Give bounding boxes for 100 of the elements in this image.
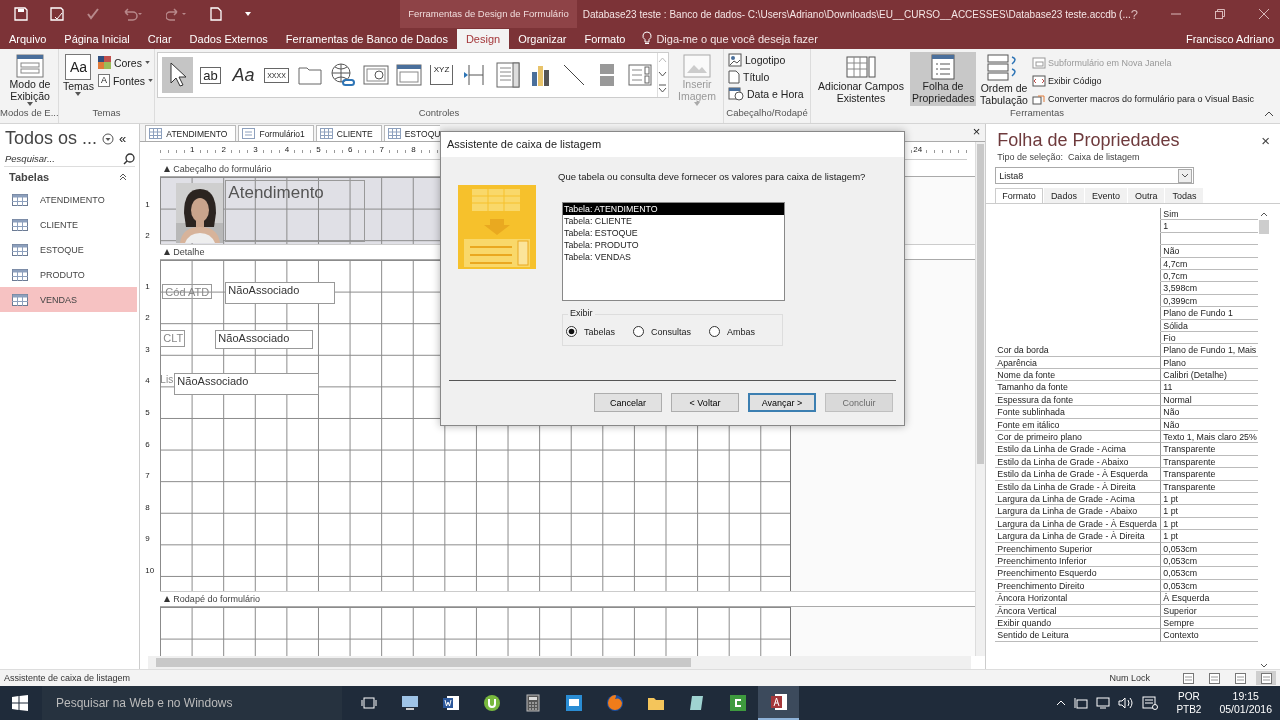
property-value[interactable]: Não [1161,245,1258,258]
redo-icon[interactable] [166,7,188,21]
ribbon-tab[interactable]: Página Inicial [55,29,139,49]
property-value[interactable]: 0,7cm [1161,269,1258,283]
tool-button[interactable]: Folha de Propriedades [910,52,976,106]
volume-icon[interactable] [1118,697,1135,709]
table-list[interactable]: Tabela: ATENDIMENTO Tabela: CLIENTE Tabela: ESTOQUE Tabela: PRODUTO Tabela: VENDAS [562,202,785,301]
network-icon[interactable] [1074,697,1089,709]
ribbon-tab[interactable]: Organizar [509,29,576,49]
property-value[interactable]: 11 [1161,381,1258,394]
document-tab[interactable]: CLIENTE [315,125,382,141]
text-box-control[interactable]: NãoAssociado [215,330,314,349]
tool-button[interactable]: Ordem de Tabulação [977,52,1031,107]
list-item[interactable]: Tabela: ATENDIMENTO [563,203,784,215]
new-document-icon[interactable] [210,7,222,21]
property-value[interactable]: Fio [1161,331,1258,345]
property-value[interactable]: Texto 1, Mais claro 25% [1161,431,1258,444]
document-tab[interactable]: ATENDIMENTO [145,125,237,141]
tool-command-button[interactable]: Exibir Código [1032,73,1254,88]
radio-option[interactable]: Tabelas [566,326,616,337]
property-value[interactable]: 0,053cm [1161,567,1258,580]
group-header[interactable]: Tabelas [9,171,50,183]
property-tab[interactable]: Formato [995,188,1043,203]
header-footer-button[interactable]: Data e Hora [728,86,804,101]
close-button[interactable]: × [1261,132,1270,149]
list-item[interactable]: Tabela: ESTOQUE [563,227,784,239]
tool-button[interactable]: Adicionar Campos Existentes [813,52,909,106]
radio-icon[interactable] [566,326,577,337]
collapse-ribbon-icon[interactable] [1264,111,1274,117]
ribbon-tab[interactable]: Ferramentas de Banco de Dados [276,29,457,49]
textbox-tool-button[interactable]: ab [195,57,226,93]
table-item[interactable]: PRODUTO [0,262,138,287]
list-item[interactable]: Tabela: VENDAS [563,251,784,263]
table-item[interactable]: VENDAS [0,287,138,312]
taskbar-app-button[interactable] [758,686,799,720]
show-hidden-icons-icon[interactable] [1056,700,1067,706]
label-tool-button[interactable]: Aa [228,57,259,93]
table-item[interactable]: ESTOQUE [0,237,138,262]
gallery-more-icon[interactable] [658,81,667,95]
view-switch-button[interactable] [1256,671,1276,685]
dialog-button[interactable]: < Voltar [671,393,739,412]
undo-icon[interactable] [122,7,144,21]
property-value[interactable]: Calibri (Detalhe) [1161,369,1258,382]
object-dropdown[interactable]: Lista8 [995,167,1194,184]
header-footer-button[interactable]: Logotipo [728,52,786,67]
property-value[interactable]: Transparente [1161,443,1258,456]
optiongroup-tool-button[interactable]: XYZ [426,57,457,93]
property-value[interactable]: Transparente [1161,455,1258,469]
property-value[interactable]: Não [1161,406,1258,419]
ribbon-tab[interactable]: Dados Externos [180,29,277,49]
save-as-icon[interactable] [50,7,64,21]
radio-option[interactable]: Ambas [709,326,756,337]
dropdown-circle-icon[interactable] [102,132,115,145]
property-value[interactable]: À Esquerda [1161,592,1258,605]
property-value[interactable]: Contexto [1161,629,1258,642]
radio-icon[interactable] [633,326,645,337]
property-value[interactable]: 0,053cm [1161,554,1258,568]
label-control[interactable]: Lis [160,373,175,391]
search-box[interactable]: Pesquisar na Web e no Windows [42,686,342,720]
customize-caret-icon[interactable] [244,10,252,18]
property-tab[interactable]: Dados [1043,188,1084,203]
list-item[interactable]: Tabela: CLIENTE [563,215,784,227]
scroll-down-icon[interactable] [1260,663,1268,669]
tell-me-field[interactable]: Diga-me o que você deseja fazer [656,29,818,49]
section-bar[interactable]: Rodapé do formulário [160,592,976,607]
property-value[interactable]: 0,053cm [1161,579,1258,593]
text-box-control[interactable]: NãoAssociado [174,373,320,395]
pointer-tool-button[interactable] [162,57,193,93]
property-value[interactable]: Transparente [1161,480,1258,493]
property-value[interactable]: Sempre [1161,616,1258,630]
collapse-group-icon[interactable] [119,173,128,181]
property-value[interactable]: Transparente [1161,468,1258,481]
view-button[interactable]: Modo de Exibição [2,52,58,107]
input-language-button[interactable]: POR PTB2 [1176,690,1202,716]
ribbon-tab[interactable]: Arquivo [0,29,56,49]
property-value[interactable]: 0,399cm [1161,294,1258,308]
property-value[interactable]: 1 pt [1161,505,1258,518]
scroll-thumb[interactable] [1259,220,1269,234]
property-value[interactable]: 1 [1161,220,1258,233]
property-tab[interactable]: Evento [1084,188,1127,203]
document-tab[interactable]: ESTOQU [383,125,441,141]
property-value[interactable]: 1 pt [1161,493,1258,506]
property-value[interactable]: Não [1161,418,1258,432]
restore-icon[interactable] [1214,8,1226,20]
property-value[interactable]: Sim [1161,208,1258,221]
property-value[interactable]: Normal [1161,393,1258,407]
user-name[interactable]: Francisco Adriano [1185,29,1280,49]
search-icon[interactable] [123,152,136,165]
horizontal-scrollbar[interactable] [148,656,972,669]
close-icon[interactable] [1258,8,1270,20]
document-tab[interactable]: Formulário1 [238,125,314,141]
property-value[interactable]: 1 pt [1161,530,1258,543]
dialog-button[interactable]: Cancelar [594,393,662,412]
property-value[interactable]: Plano [1161,356,1258,370]
property-value[interactable]: Plano de Fundo 1, Mais [1161,344,1258,357]
help-button[interactable]: ? [1130,6,1138,22]
notification-icon[interactable] [1142,696,1159,710]
property-value[interactable]: 1 pt [1161,517,1258,531]
ribbon-tab[interactable]: Design [456,29,510,49]
header-footer-button[interactable]: Título [728,69,770,84]
